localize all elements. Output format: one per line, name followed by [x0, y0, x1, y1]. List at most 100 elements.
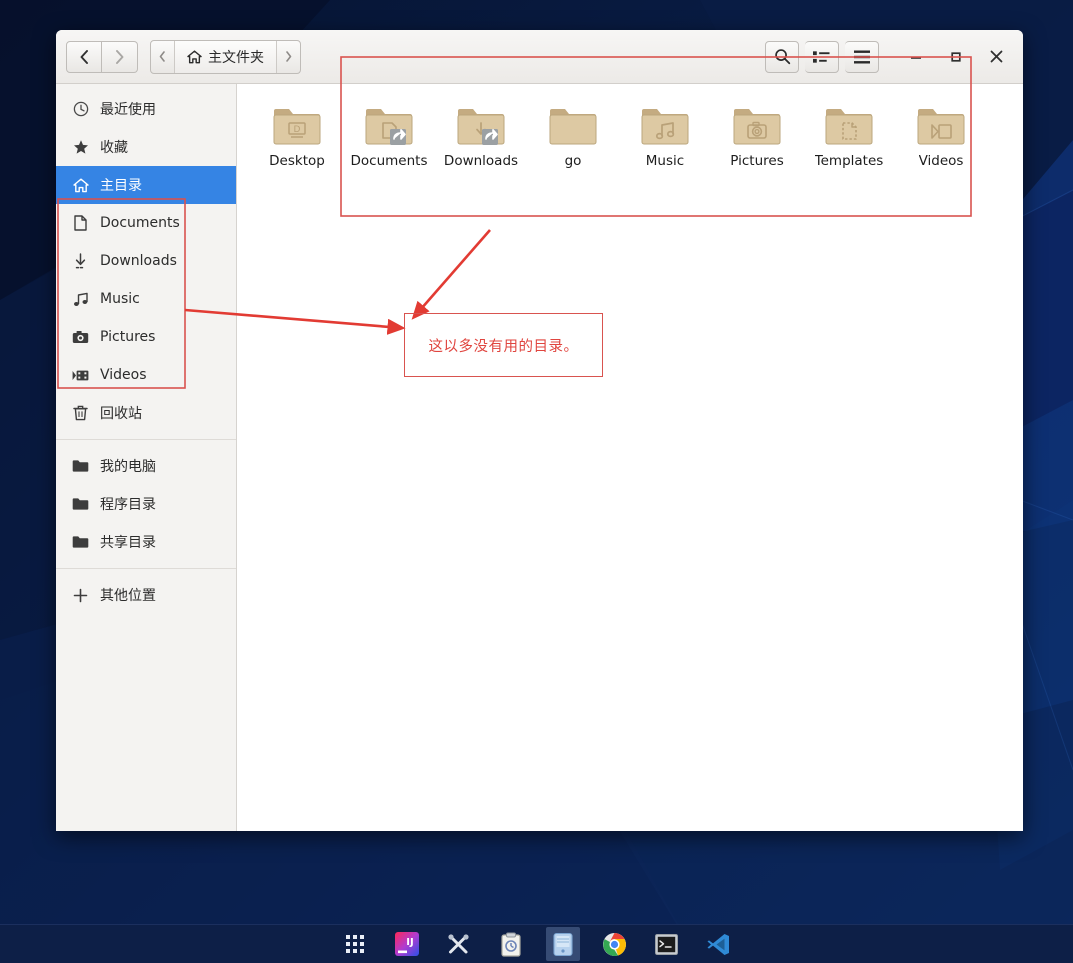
home-icon [187, 49, 202, 63]
folder-downloads-icon [457, 109, 505, 145]
folder-plain-icon [549, 109, 597, 145]
file-item-downloads[interactable]: Downloads [435, 98, 527, 177]
window-header: 主文件夹 [56, 30, 1023, 84]
file-label: Music [645, 154, 685, 169]
folder-videos-icon [917, 109, 965, 145]
clipboard-icon[interactable] [494, 927, 528, 961]
search-icon [774, 49, 790, 65]
sidebar-item-recent[interactable]: 最近使用 [56, 90, 236, 128]
sidebar-item-label: Pictures [100, 329, 156, 345]
sidebar-item-label: 我的电脑 [100, 459, 156, 475]
file-item-videos[interactable]: Videos [895, 98, 987, 177]
close-button[interactable] [979, 40, 1013, 74]
hamburger-menu-icon [853, 50, 870, 63]
folder-templates-icon [825, 109, 873, 145]
sidebar-item-programs[interactable]: 程序目录 [56, 485, 236, 523]
music-note-icon [72, 291, 89, 308]
video-icon [72, 367, 89, 384]
sidebar-item-label: Documents [100, 215, 180, 231]
sidebar-item-label: 其他位置 [100, 588, 156, 604]
annotation-note: 这以多没有用的目录。 [404, 313, 603, 377]
chevron-right-icon [116, 49, 124, 64]
sidebar: 最近使用 收藏 主目录 Documents Downloads Music Pi… [56, 84, 237, 831]
sidebar-item-trash[interactable]: 回收站 [56, 394, 236, 432]
minimize-button[interactable] [899, 40, 933, 74]
file-label: Documents [350, 154, 428, 169]
forward-button[interactable] [102, 40, 138, 73]
intellij-idea-icon[interactable]: IJ [390, 927, 424, 961]
terminal-icon[interactable] [650, 927, 684, 961]
annotation-note-text: 这以多没有用的目录。 [428, 338, 579, 355]
sidebar-item-pictures[interactable]: Pictures [56, 318, 236, 356]
back-button[interactable] [66, 40, 102, 73]
tools-icon[interactable] [442, 927, 476, 961]
navigation-buttons [66, 40, 138, 73]
path-scroll-left-button[interactable] [151, 40, 175, 73]
sidebar-item-other-locations[interactable]: 其他位置 [56, 576, 236, 614]
file-label: Videos [918, 154, 964, 169]
sidebar-item-label: 回收站 [100, 406, 142, 422]
folder-icon [72, 458, 89, 475]
folder-desktop-icon: D [273, 109, 321, 145]
sidebar-item-label: Videos [100, 367, 147, 383]
path-scroll-right-button[interactable] [277, 41, 300, 73]
file-item-music[interactable]: Music [619, 98, 711, 177]
minimize-icon [911, 56, 921, 59]
chevron-left-icon [80, 49, 88, 64]
file-manager-window: 主文件夹 最近使用 收藏 主目录 Documents Downloads Mus… [56, 30, 1023, 831]
vscode-icon[interactable] [702, 927, 736, 961]
breadcrumb-label: 主文件夹 [208, 49, 264, 66]
sidebar-item-shared[interactable]: 共享目录 [56, 523, 236, 561]
sidebar-item-label: 共享目录 [100, 535, 156, 551]
file-label: go [564, 154, 582, 169]
file-item-documents[interactable]: Documents [343, 98, 435, 177]
sidebar-item-home[interactable]: 主目录 [56, 166, 236, 204]
clock-icon [72, 101, 89, 118]
sidebar-item-my-computer[interactable]: 我的电脑 [56, 447, 236, 485]
window-body: 最近使用 收藏 主目录 Documents Downloads Music Pi… [56, 84, 1023, 831]
home-icon [72, 177, 89, 194]
document-icon [72, 215, 89, 232]
file-label: Pictures [730, 154, 784, 169]
svg-text:IJ: IJ [406, 937, 413, 948]
file-label: Downloads [443, 154, 519, 169]
sidebar-item-documents[interactable]: Documents [56, 204, 236, 242]
desktop: 主文件夹 最近使用 收藏 主目录 Documents Downloads Mus… [0, 0, 1073, 963]
sidebar-item-label: 程序目录 [100, 497, 156, 513]
file-list-view[interactable]: D Desktop Documents Downloads go Music P… [237, 84, 1023, 831]
chevron-right-small-icon [286, 51, 292, 62]
file-item-pictures[interactable]: Pictures [711, 98, 803, 177]
file-item-desktop[interactable]: D Desktop [251, 98, 343, 177]
sidebar-item-favorites[interactable]: 收藏 [56, 128, 236, 166]
chrome-icon[interactable] [598, 927, 632, 961]
list-view-icon [813, 50, 830, 63]
sidebar-item-videos[interactable]: Videos [56, 356, 236, 394]
menu-button[interactable] [845, 40, 879, 73]
file-item-templates[interactable]: Templates [803, 98, 895, 177]
star-icon [72, 139, 89, 156]
view-toggle-button[interactable] [805, 40, 839, 73]
folder-icon [72, 496, 89, 513]
sidebar-item-downloads[interactable]: Downloads [56, 242, 236, 280]
search-button[interactable] [765, 40, 799, 73]
folder-music-icon [641, 109, 689, 145]
sidebar-item-label: 主目录 [100, 178, 142, 194]
sidebar-item-label: Downloads [100, 253, 177, 269]
app-grid-icon[interactable] [338, 927, 372, 961]
sidebar-item-music[interactable]: Music [56, 280, 236, 318]
file-label: Desktop [269, 154, 325, 169]
sidebar-divider [56, 568, 236, 569]
maximize-button[interactable] [939, 40, 973, 74]
breadcrumb-item-home[interactable]: 主文件夹 [175, 40, 277, 73]
taskbar: IJ [0, 924, 1073, 963]
sidebar-divider [56, 439, 236, 440]
maximize-icon [951, 51, 961, 62]
file-manager-icon[interactable] [545, 927, 580, 961]
trash-icon [72, 405, 89, 422]
sidebar-item-label: 收藏 [100, 140, 128, 156]
file-label: Templates [814, 154, 884, 169]
file-item-go[interactable]: go [527, 98, 619, 177]
folder-documents-icon [365, 109, 413, 145]
folder-pictures-icon [733, 109, 781, 145]
chevron-left-small-icon [159, 51, 165, 62]
